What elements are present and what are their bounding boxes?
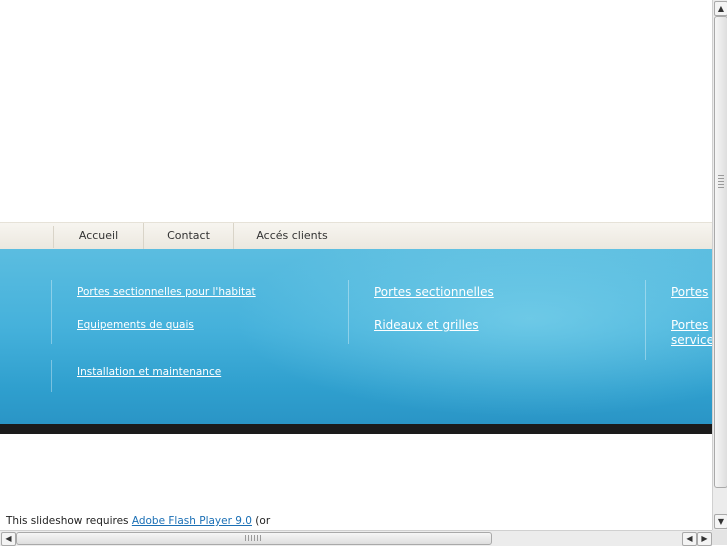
top-navigation: Accueil Contact Accés clients <box>0 222 712 250</box>
adobe-flash-player-link[interactable]: Adobe Flash Player 9.0 <box>132 515 252 527</box>
column-divider <box>51 280 52 344</box>
link-installation-maintenance[interactable]: Installation et maintenance <box>77 366 221 378</box>
link-rideaux-et-grilles[interactable]: Rideaux et grilles <box>374 318 479 332</box>
horizontal-scroll-thumb[interactable] <box>16 532 492 545</box>
scroll-up-icon[interactable]: ▲ <box>714 1 727 16</box>
scrollbar-corner <box>712 530 727 545</box>
link-portes-sectionnelles-habitat[interactable]: Portes sectionnelles pour l'habitat <box>77 286 256 298</box>
link-portes[interactable]: Portes <box>671 285 708 299</box>
scroll-down-icon[interactable]: ▼ <box>714 514 727 529</box>
product-links-band: Portes sectionnelles pour l'habitat Equi… <box>0 249 712 424</box>
nav-item-accueil[interactable]: Accueil <box>54 223 144 249</box>
flash-notice-suffix: (or <box>251 515 271 527</box>
column-divider <box>51 360 52 392</box>
scroll-left-icon[interactable]: ◀ <box>682 532 697 546</box>
scroll-left-icon[interactable]: ◀ <box>1 532 16 546</box>
dark-divider-bar <box>0 424 712 434</box>
flash-requirement-notice: This slideshow requires Adobe Flash Play… <box>6 515 270 527</box>
column-divider <box>645 280 646 360</box>
vertical-scrollbar[interactable]: ▲ ▼ <box>712 0 727 530</box>
horizontal-scrollbar[interactable]: ◀ ◀ ▶ <box>0 530 712 546</box>
link-portes-service[interactable]: Portes service <box>671 318 712 348</box>
grip-icon <box>245 535 261 541</box>
grip-icon <box>718 175 724 189</box>
nav-item-acces-clients[interactable]: Accés clients <box>234 223 350 249</box>
link-equipements-de-quais[interactable]: Equipements de quais <box>77 319 194 331</box>
link-portes-sectionnelles[interactable]: Portes sectionnelles <box>374 285 494 299</box>
nav-item-contact[interactable]: Contact <box>144 223 234 249</box>
vertical-scroll-thumb[interactable] <box>714 16 727 488</box>
flash-notice-text: This slideshow requires <box>6 515 132 527</box>
page-viewport: Accueil Contact Accés clients Portes sec… <box>0 0 712 530</box>
column-divider <box>348 280 349 344</box>
scroll-right-icon[interactable]: ▶ <box>697 532 712 546</box>
